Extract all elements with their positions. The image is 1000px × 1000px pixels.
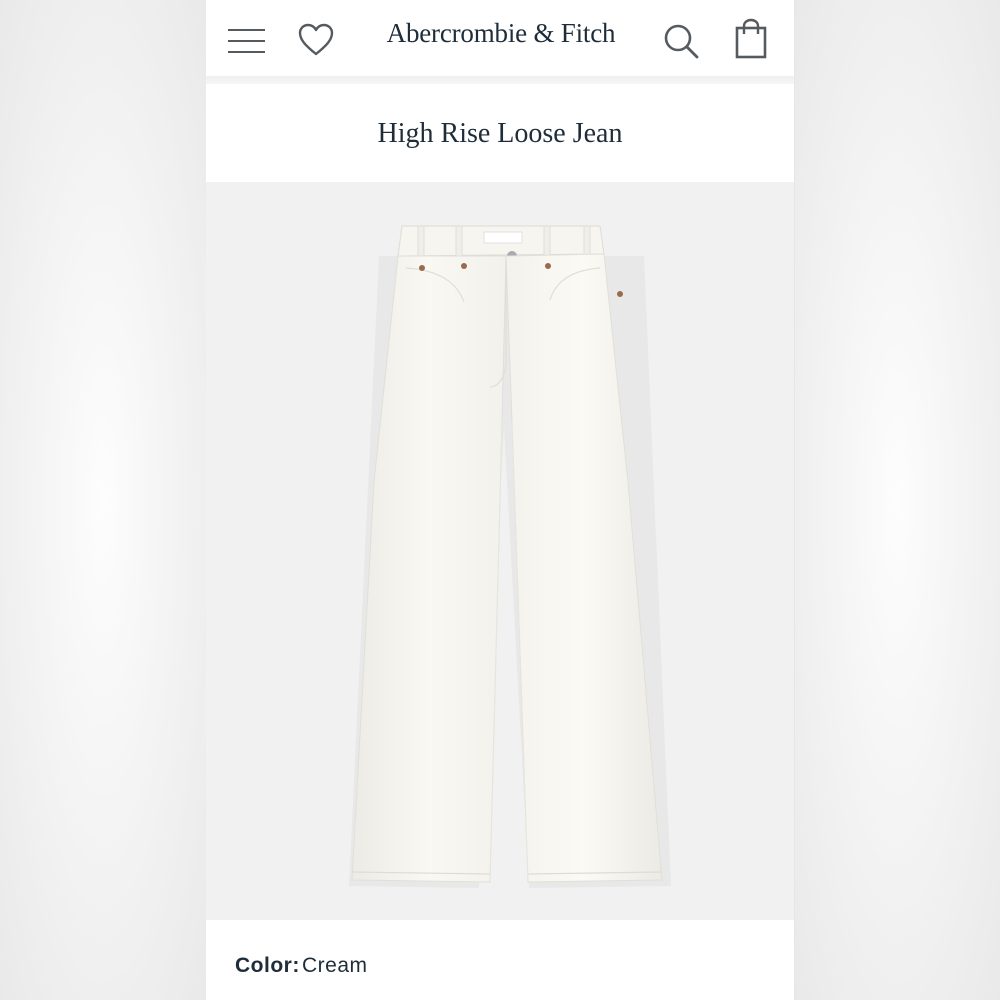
product-image[interactable] bbox=[206, 182, 794, 920]
heart-icon bbox=[298, 23, 334, 56]
shopping-bag-icon bbox=[735, 18, 767, 59]
site-header: Abercrombie & Fitch bbox=[206, 0, 794, 78]
background-blur-left bbox=[0, 0, 206, 1000]
header-divider bbox=[206, 76, 794, 84]
background-blur-right bbox=[795, 0, 1000, 1000]
product-title: High Rise Loose Jean bbox=[377, 118, 623, 149]
search-icon bbox=[664, 24, 699, 59]
shopping-bag-button[interactable] bbox=[734, 18, 770, 60]
brand-logo[interactable]: Abercrombie & Fitch bbox=[356, 18, 646, 49]
product-title-bar: High Rise Loose Jean bbox=[206, 84, 794, 182]
menu-button[interactable] bbox=[228, 26, 268, 56]
jeans-image bbox=[349, 225, 671, 888]
search-button[interactable] bbox=[662, 22, 700, 60]
color-selector: Color: Cream bbox=[206, 920, 794, 1000]
color-value: Cream bbox=[302, 954, 368, 977]
mobile-page: Abercrombie & Fitch High Rise Loose Jean bbox=[206, 0, 795, 1000]
color-label: Color: bbox=[235, 954, 300, 977]
wishlist-button[interactable] bbox=[296, 22, 336, 58]
